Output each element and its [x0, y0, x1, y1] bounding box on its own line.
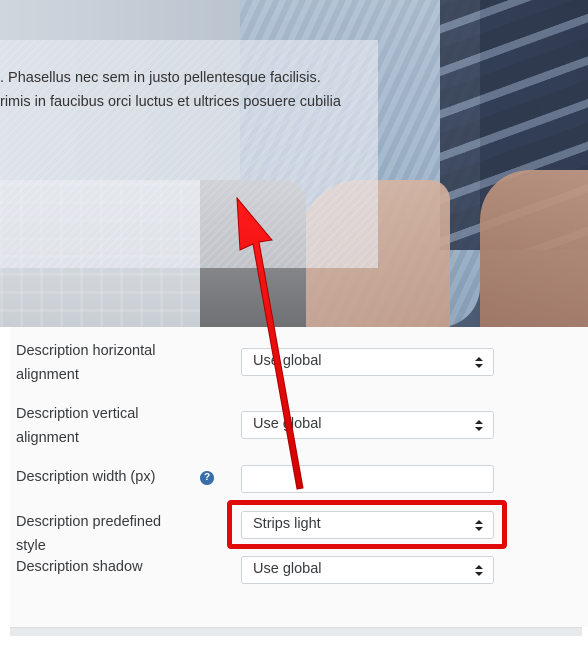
horizontal-alignment-select[interactable]: Use global: [241, 348, 494, 376]
field-label: Description predefined style: [16, 514, 162, 554]
sort-arrows-icon: [475, 420, 483, 431]
slide-preview-image: . Phasellus nec sem in justo pellentesqu…: [0, 0, 588, 327]
select-value: Use global: [253, 416, 322, 432]
sort-arrows-icon: [475, 565, 483, 576]
vertical-alignment-select[interactable]: Use global: [241, 411, 494, 439]
field-label: Description horizontal alignment: [16, 343, 156, 383]
annotation-highlight-box: [227, 500, 507, 549]
select-value: Use global: [253, 561, 322, 577]
description-line-2: rimis in faucibus orci luctus et ultrice…: [0, 94, 341, 110]
sort-arrows-icon: [475, 357, 483, 368]
description-settings-form: Description horizontal alignment Use glo…: [10, 327, 588, 627]
description-line-1: . Phasellus nec sem in justo pellentesqu…: [0, 70, 321, 86]
form-section-divider: [10, 627, 582, 636]
preview-hand: [480, 170, 588, 327]
field-label: Description vertical alignment: [16, 406, 139, 446]
description-width-input[interactable]: [241, 465, 494, 493]
field-label: Description width (px): [16, 469, 156, 485]
field-label: Description shadow: [16, 559, 143, 575]
slide-description-text: . Phasellus nec sem in justo pellentesqu…: [0, 66, 372, 114]
description-shadow-select[interactable]: Use global: [241, 556, 494, 584]
select-value: Use global: [253, 353, 322, 369]
question-circle-icon[interactable]: ?: [200, 471, 214, 485]
